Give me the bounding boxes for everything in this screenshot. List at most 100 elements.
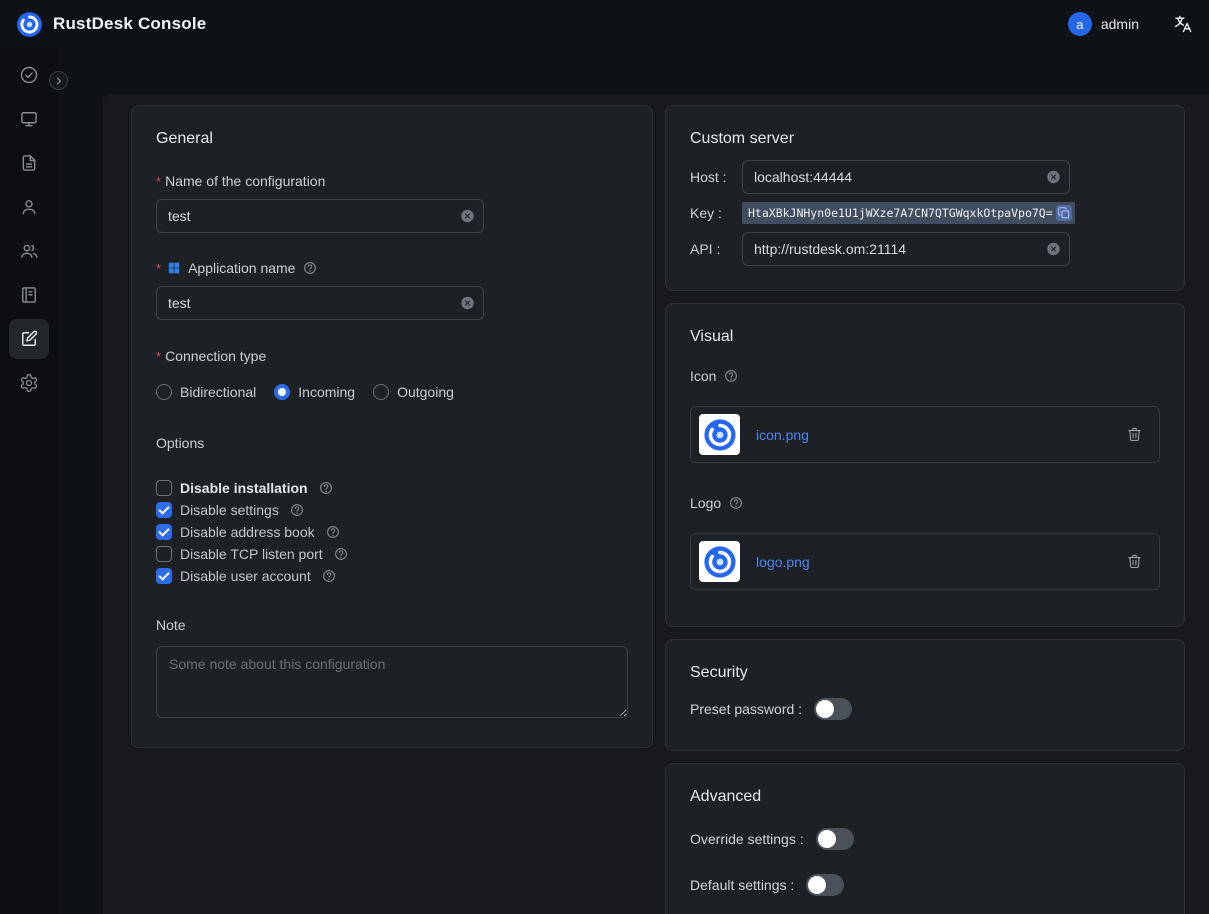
copy-icon[interactable] — [1056, 205, 1072, 221]
sidebar-item-logs[interactable] — [9, 275, 49, 315]
sidebar — [0, 48, 58, 914]
logo-label-row: Logo — [690, 495, 1160, 511]
radio-outgoing[interactable]: Outgoing — [373, 384, 454, 400]
note-wrap — [156, 646, 628, 723]
clear-input-icon[interactable] — [460, 209, 475, 224]
note-label: Note — [156, 617, 628, 633]
checkbox-disable-user-account[interactable]: Disable user account — [156, 565, 628, 587]
checkbox-disable-settings[interactable]: Disable settings — [156, 499, 628, 521]
connection-type-label-row: * Connection type — [156, 348, 628, 364]
preset-password-label: Preset password : — [690, 701, 802, 717]
left-column: General * Name of the configuration * Ap… — [131, 105, 653, 748]
help-icon[interactable] — [326, 525, 340, 539]
clear-input-icon[interactable] — [1046, 242, 1061, 257]
advanced-card: Advanced Override settings : Default set… — [665, 763, 1185, 914]
help-icon[interactable] — [729, 496, 743, 510]
application-name-input[interactable] — [156, 286, 484, 320]
override-settings-toggle[interactable] — [816, 828, 854, 850]
user-icon — [19, 197, 39, 217]
radio-label: Incoming — [298, 384, 355, 400]
clear-input-icon[interactable] — [1046, 170, 1061, 185]
default-settings-label: Default settings : — [690, 877, 794, 893]
trash-icon[interactable] — [1126, 426, 1143, 443]
visual-card: Visual Icon icon.png Logo — [665, 303, 1185, 627]
visual-title: Visual — [690, 328, 1160, 346]
sidebar-item-groups[interactable] — [9, 231, 49, 271]
config-name-label-row: * Name of the configuration — [156, 173, 628, 189]
help-icon[interactable] — [319, 481, 333, 495]
help-icon[interactable] — [303, 261, 317, 275]
override-settings-row: Override settings : — [690, 826, 1160, 852]
icon-label-row: Icon — [690, 368, 1160, 384]
sidebar-item-devices[interactable] — [9, 99, 49, 139]
host-input-wrap — [742, 160, 1070, 194]
custom-server-title: Custom server — [690, 130, 1160, 148]
sidebar-item-settings[interactable] — [9, 363, 49, 403]
logo-file-link[interactable]: logo.png — [756, 554, 1126, 570]
file-icon — [19, 153, 39, 173]
options-label: Options — [156, 435, 628, 451]
checkbox-disable-address-book[interactable]: Disable address book — [156, 521, 628, 543]
toggle-knob — [818, 830, 836, 848]
advanced-title: Advanced — [690, 788, 1160, 806]
checkbox-icon — [156, 502, 172, 518]
key-value: HtaXBkJNHyn0e1U1jWXze7A7CN7QTGWqxkOtpaVp… — [748, 206, 1053, 220]
security-title: Security — [690, 664, 1160, 682]
checkbox-disable-installation[interactable]: Disable installation — [156, 477, 628, 499]
general-card: General * Name of the configuration * Ap… — [131, 105, 653, 748]
icon-label: Icon — [690, 368, 716, 384]
general-title: General — [156, 130, 628, 148]
user-avatar[interactable]: a — [1068, 12, 1092, 36]
api-input-wrap — [742, 232, 1070, 266]
config-name-input-wrap — [156, 199, 484, 233]
user-name[interactable]: admin — [1101, 16, 1139, 32]
required-asterisk: * — [156, 349, 161, 364]
api-label: API : — [690, 241, 742, 257]
key-row: Key : HtaXBkJNHyn0e1U1jWXze7A7CN7QTGWqxk… — [690, 202, 1160, 224]
checkbox-label: Disable user account — [180, 568, 311, 584]
help-icon[interactable] — [322, 569, 336, 583]
checkbox-icon — [156, 524, 172, 540]
icon-file-box: icon.png — [690, 406, 1160, 463]
override-settings-label: Override settings : — [690, 831, 804, 847]
main-area: General * Name of the configuration * Ap… — [58, 48, 1209, 914]
default-settings-toggle[interactable] — [806, 874, 844, 896]
checkbox-label: Disable TCP listen port — [180, 546, 323, 562]
sidebar-item-documents[interactable] — [9, 143, 49, 183]
api-input[interactable] — [742, 232, 1070, 266]
chevron-right-icon — [53, 75, 65, 87]
config-name-input[interactable] — [156, 199, 484, 233]
toggle-knob — [816, 700, 834, 718]
host-label: Host : — [690, 169, 742, 185]
key-value-strip: HtaXBkJNHyn0e1U1jWXze7A7CN7QTGWqxkOtpaVp… — [742, 202, 1075, 224]
radio-icon — [274, 384, 290, 400]
icon-file-link[interactable]: icon.png — [756, 427, 1126, 443]
checkbox-icon — [156, 546, 172, 562]
help-icon[interactable] — [290, 503, 304, 517]
help-icon[interactable] — [724, 369, 738, 383]
topbar: RustDesk Console a admin — [0, 0, 1209, 48]
app-title: RustDesk Console — [53, 14, 206, 34]
sidebar-item-overview[interactable] — [9, 55, 49, 95]
sidebar-item-users[interactable] — [9, 187, 49, 227]
users-icon — [19, 241, 39, 261]
checkbox-icon — [156, 568, 172, 584]
help-icon[interactable] — [334, 547, 348, 561]
note-textarea[interactable] — [156, 646, 628, 718]
language-switch-icon[interactable] — [1173, 14, 1193, 34]
sidebar-item-configurations[interactable] — [9, 319, 49, 359]
edit-icon — [19, 329, 39, 349]
checkbox-disable-tcp-listen-port[interactable]: Disable TCP listen port — [156, 543, 628, 565]
radio-icon — [156, 384, 172, 400]
radio-incoming[interactable]: Incoming — [274, 384, 355, 400]
clear-input-icon[interactable] — [460, 296, 475, 311]
radio-bidirectional[interactable]: Bidirectional — [156, 384, 256, 400]
shell: General * Name of the configuration * Ap… — [0, 48, 1209, 914]
trash-icon[interactable] — [1126, 553, 1143, 570]
sidebar-expand-button[interactable] — [49, 71, 68, 90]
topbar-right: a admin — [1068, 12, 1193, 36]
preset-password-toggle[interactable] — [814, 698, 852, 720]
toggle-knob — [808, 876, 826, 894]
host-input[interactable] — [742, 160, 1070, 194]
api-row: API : — [690, 232, 1160, 266]
